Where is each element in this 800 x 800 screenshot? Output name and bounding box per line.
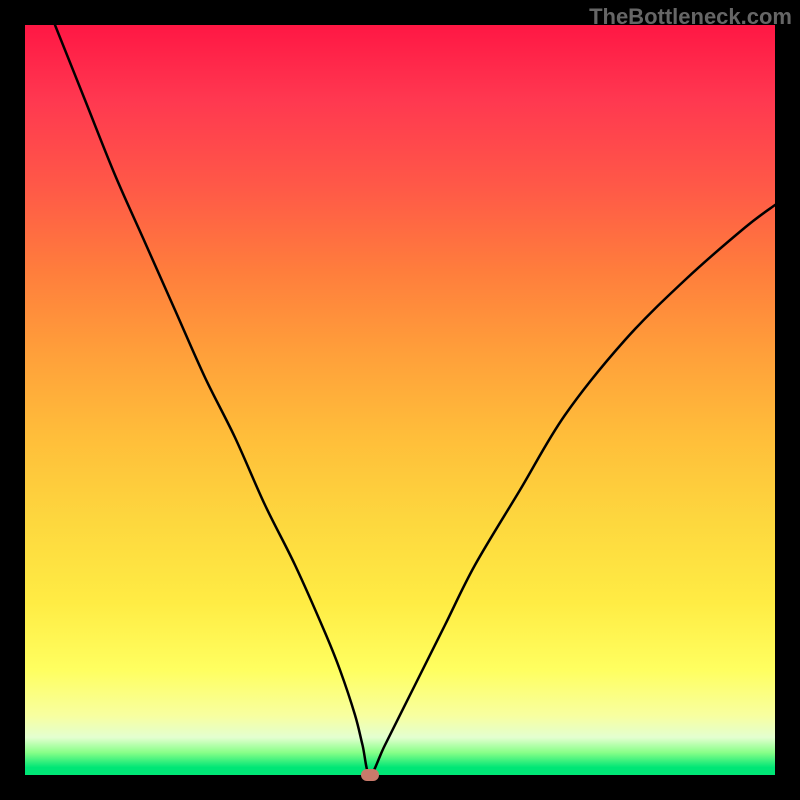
watermark-text: TheBottleneck.com <box>589 4 792 30</box>
bottleneck-curve <box>25 25 775 775</box>
chart-container: TheBottleneck.com <box>0 0 800 800</box>
plot-area <box>25 25 775 775</box>
optimal-point-marker <box>361 769 379 781</box>
